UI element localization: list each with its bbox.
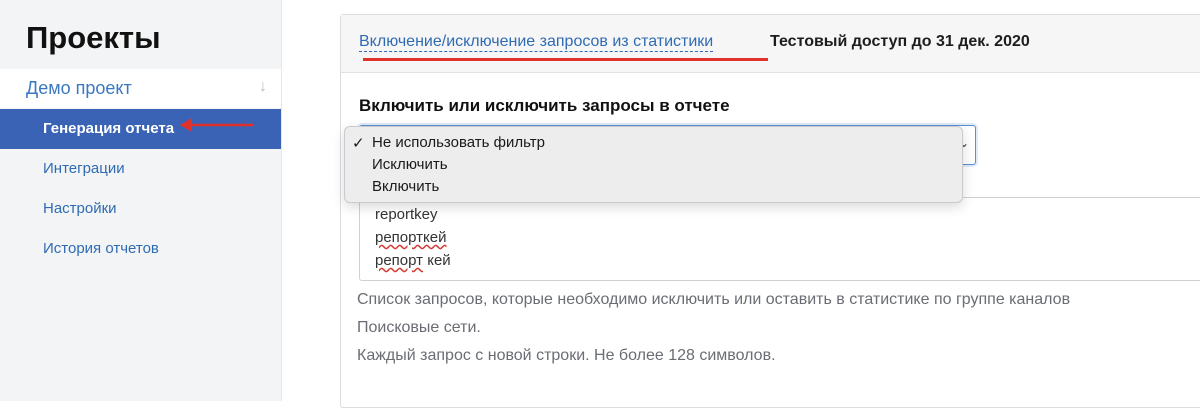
red-arrow-annotation [180, 118, 254, 132]
query-line: репорт кей [375, 252, 451, 269]
dropdown-option-label: Исключить [372, 156, 448, 173]
dropdown-option-exclude[interactable]: Исключить [345, 154, 962, 176]
sidebar-item-integrations[interactable]: Интеграции [0, 149, 281, 189]
sidebar-item-label: Настройки [43, 200, 117, 217]
project-name: Демо проект [26, 78, 132, 98]
help-text-line: Поисковые сети. [357, 319, 481, 336]
query-line: reportkey [375, 206, 438, 223]
query-line-text: репорт кей [375, 252, 451, 269]
sidebar-item-settings[interactable]: Настройки [0, 189, 281, 229]
sidebar-item-label: Генерация отчета [43, 120, 175, 137]
dropdown-option-include[interactable]: Включить [345, 176, 962, 198]
help-text-line: Список запросов, которые необходимо искл… [357, 291, 1071, 308]
check-icon: ✓ [352, 135, 365, 152]
sidebar-item-report-history[interactable]: История отчетов [0, 229, 281, 269]
dropdown-option-label: Включить [372, 178, 440, 195]
sidebar: Проекты Демо проект ↓ Генерация отчета И… [0, 0, 281, 401]
arrow-down-icon: ↓ [259, 78, 267, 95]
sidebar-item-label: История отчетов [43, 240, 159, 257]
queries-textarea[interactable]: reportkey репорткей репорт кей [359, 197, 1200, 281]
red-underline-annotation [363, 58, 768, 61]
help-text-line: Каждый запрос с новой строки. Не более 1… [357, 347, 776, 364]
dropdown-option-label: Не использовать фильтр [372, 134, 545, 151]
settings-panel: Включение/исключение запросов из статист… [340, 14, 1200, 408]
sidebar-divider [281, 0, 282, 401]
filter-dropdown-menu: ✓ Не использовать фильтр Исключить Включ… [344, 126, 963, 203]
panel-header: Включение/исключение запросов из статист… [341, 15, 1200, 73]
spellcheck-word: репорт [375, 252, 424, 269]
query-line: репорткей [375, 229, 447, 246]
sidebar-title: Проекты [26, 20, 161, 55]
header-toggle-link[interactable]: Включение/исключение запросов из статист… [359, 33, 714, 52]
trial-notice: Тестовый доступ до 31 дек. 2020 [770, 33, 1030, 50]
filter-field-title: Включить или исключить запросы в отчете [359, 96, 730, 115]
dropdown-option-no-filter[interactable]: ✓ Не использовать фильтр [345, 132, 962, 154]
sidebar-item-label: Интеграции [43, 160, 125, 177]
project-selector[interactable]: Демо проект ↓ [0, 69, 281, 108]
